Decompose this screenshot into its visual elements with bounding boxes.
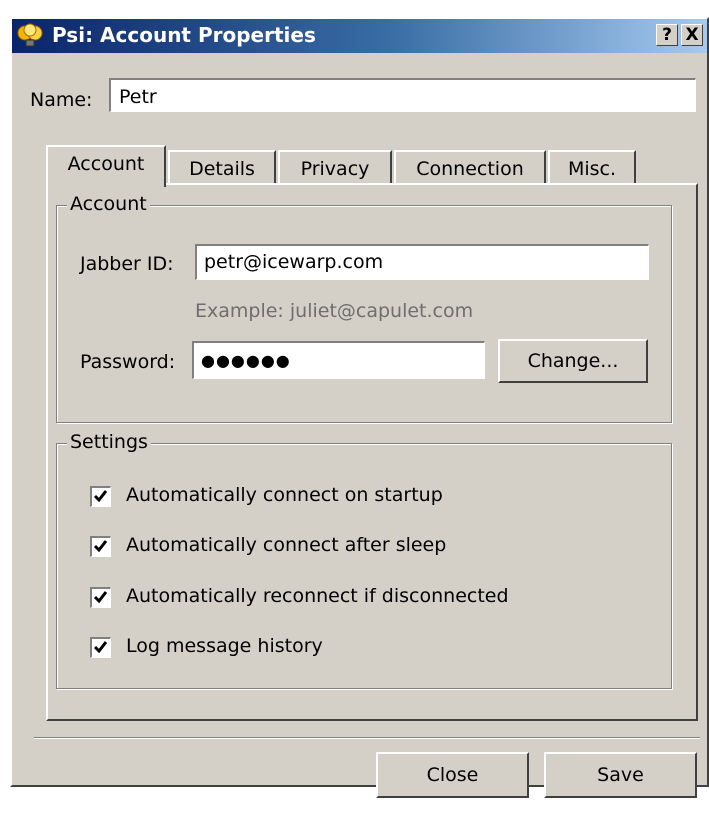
jabber-id-label: Jabber ID:: [80, 253, 174, 275]
checkmark-icon: [93, 540, 108, 553]
name-input[interactable]: Petr: [109, 78, 696, 112]
tab-connection[interactable]: Connection: [394, 150, 546, 184]
connect-after-sleep-checkbox[interactable]: [90, 536, 111, 557]
log-history-checkbox[interactable]: [90, 637, 111, 658]
window-title: Psi: Account Properties: [52, 23, 316, 47]
log-history-label: Log message history: [126, 635, 323, 657]
connect-on-startup-label: Automatically connect on startup: [126, 484, 443, 506]
save-button[interactable]: Save: [544, 752, 697, 798]
settings-group-legend: Settings: [67, 431, 151, 453]
tab-details[interactable]: Details: [168, 150, 276, 184]
name-label: Name:: [30, 89, 93, 111]
account-group-legend: Account: [67, 193, 150, 215]
psi-lightbulb-icon: [17, 23, 43, 47]
checkmark-icon: [93, 641, 108, 654]
checkmark-icon: [93, 490, 108, 503]
tab-account[interactable]: Account: [46, 145, 166, 187]
checkmark-icon: [93, 591, 108, 604]
footer-separator: [34, 737, 700, 739]
reconnect-checkbox[interactable]: [90, 587, 111, 608]
close-button[interactable]: Close: [376, 752, 529, 798]
jabber-id-example: Example: juliet@capulet.com: [195, 300, 474, 322]
jabber-id-input[interactable]: petr@icewarp.com: [195, 244, 649, 280]
tab-privacy[interactable]: Privacy: [278, 150, 392, 184]
help-button[interactable]: ?: [656, 24, 678, 46]
change-password-button[interactable]: Change...: [498, 339, 648, 383]
account-properties-dialog: Psi: Account Properties ? X Name: Petr A…: [10, 17, 709, 798]
reconnect-label: Automatically reconnect if disconnected: [126, 585, 509, 607]
tab-misc[interactable]: Misc.: [548, 150, 636, 184]
password-label: Password:: [80, 351, 176, 373]
connect-on-startup-checkbox[interactable]: [90, 486, 111, 507]
password-input[interactable]: ●●●●●●: [192, 341, 485, 379]
close-window-button[interactable]: X: [681, 24, 703, 46]
title-bar[interactable]: Psi: Account Properties ? X: [12, 19, 707, 53]
connect-after-sleep-label: Automatically connect after sleep: [126, 534, 447, 556]
